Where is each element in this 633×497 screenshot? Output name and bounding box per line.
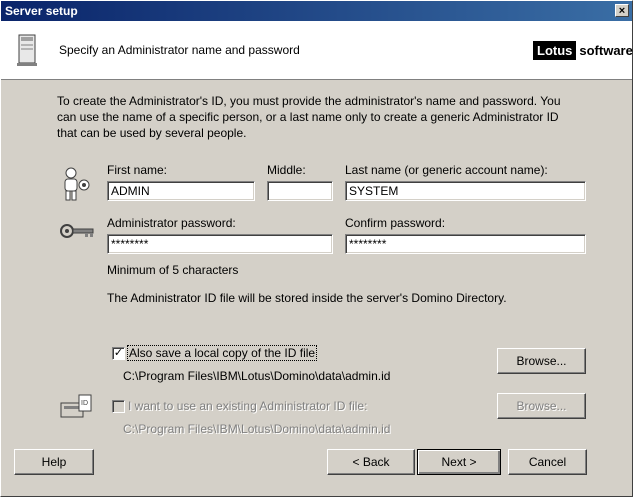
help-button[interactable]: Help (14, 449, 94, 475)
admin-password-field[interactable] (107, 234, 333, 254)
server-setup-dialog: Server setup × Specify an Administrator … (0, 0, 633, 497)
admin-password-label: Administrator password: (107, 216, 236, 230)
storage-note: The Administrator ID file will be stored… (107, 291, 507, 305)
password-hint: Minimum of 5 characters (107, 263, 239, 277)
first-name-field[interactable] (107, 181, 255, 201)
intro-text: To create the Administrator's ID, you mu… (57, 94, 561, 140)
existing-id-checkbox[interactable] (112, 400, 125, 413)
middle-name-label: Middle: (267, 163, 306, 177)
id-card-icon: ID (60, 394, 92, 418)
next-button[interactable]: Next > (417, 449, 501, 475)
window-title: Server setup (5, 4, 78, 18)
local-copy-path: C:\Program Files\IBM\Lotus\Domino\data\a… (123, 369, 391, 383)
local-copy-browse-button[interactable]: Browse... (497, 348, 586, 374)
key-icon (60, 224, 94, 238)
first-name-label: First name: (107, 163, 168, 177)
existing-id-path: C:\Program Files\IBM\Lotus\Domino\data\a… (123, 422, 391, 436)
page-subtitle: Specify an Administrator name and passwo… (59, 43, 300, 57)
last-name-label: Last name (or generic account name): (345, 163, 548, 177)
middle-name-field[interactable] (267, 181, 333, 201)
existing-id-label[interactable]: I want to use an existing Administrator … (128, 399, 367, 413)
confirm-password-field[interactable] (345, 234, 586, 254)
last-name-field[interactable] (345, 181, 586, 201)
existing-id-browse-button[interactable]: Browse... (497, 393, 586, 419)
header-panel: Specify an Administrator name and passwo… (1, 21, 633, 80)
confirm-password-label: Confirm password: (345, 216, 446, 230)
cancel-button[interactable]: Cancel (508, 449, 587, 475)
back-button[interactable]: < Back (327, 449, 415, 475)
server-doc-icon (17, 34, 37, 66)
lotus-software-logo: Lotus software (533, 39, 633, 61)
person-icon (64, 167, 90, 201)
title-bar[interactable]: Server setup × (1, 1, 632, 21)
close-button[interactable]: × (615, 4, 629, 17)
svg-text:ID: ID (81, 400, 88, 407)
local-copy-checkbox[interactable]: ✓ (112, 347, 125, 360)
local-copy-label[interactable]: Also save a local copy of the ID file (126, 345, 318, 361)
